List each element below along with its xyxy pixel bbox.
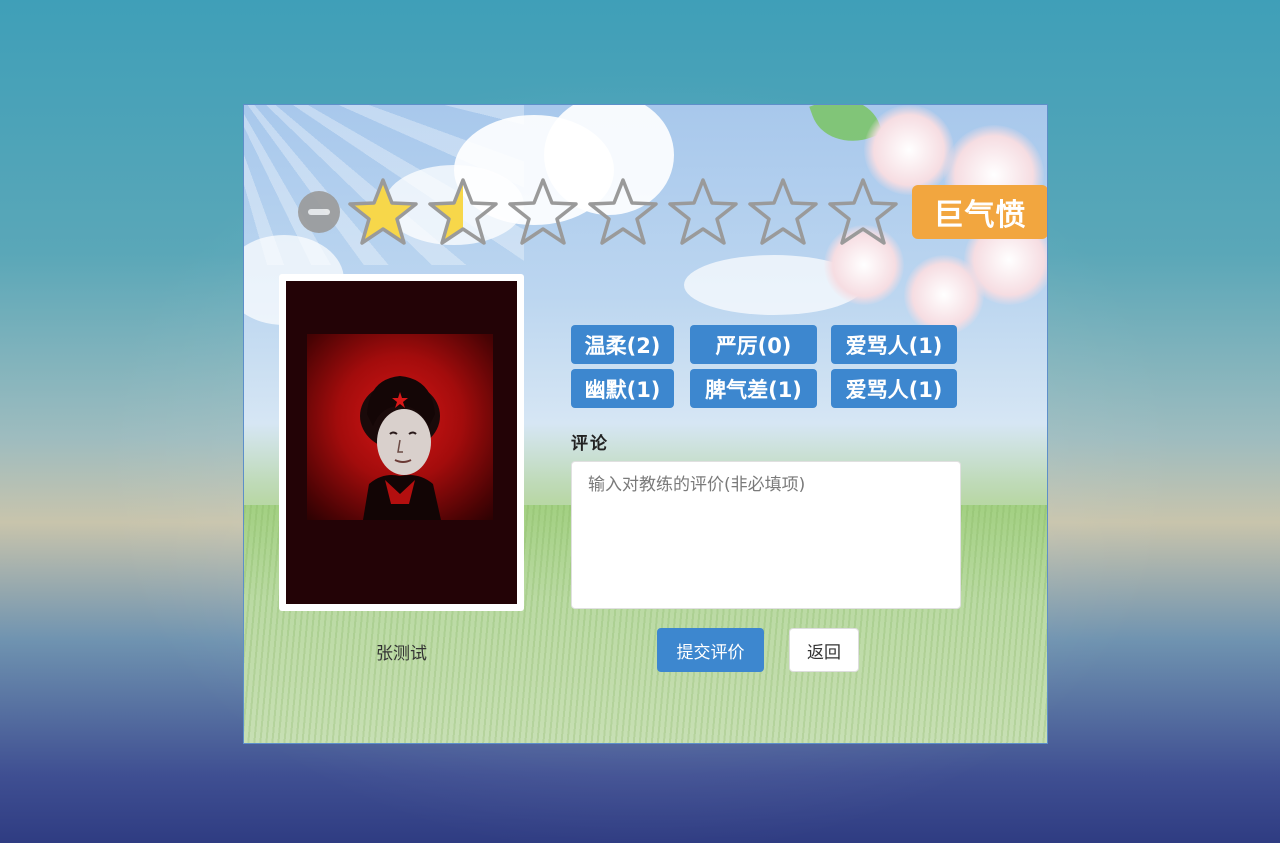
tag-button[interactable]: 爱骂人(1) — [831, 369, 957, 408]
tag-button[interactable]: 脾气差(1) — [690, 369, 817, 408]
submit-review-button[interactable]: 提交评价 — [657, 628, 764, 672]
star-icon[interactable] — [426, 177, 500, 247]
comment-label: 评论 — [571, 434, 609, 454]
star-icon[interactable] — [666, 177, 740, 247]
coach-photo-frame — [279, 274, 524, 611]
tag-button[interactable]: 严厉(0) — [690, 325, 817, 364]
coach-name: 张测试 — [376, 644, 427, 664]
star-icon[interactable] — [746, 177, 820, 247]
minus-icon — [308, 209, 330, 215]
comment-input[interactable] — [571, 461, 961, 609]
back-button[interactable]: 返回 — [789, 628, 859, 672]
stars-container — [346, 177, 906, 247]
portrait-silhouette-icon — [360, 376, 441, 520]
coach-portrait-image — [307, 334, 493, 520]
blossom-decoration — [904, 255, 984, 335]
star-icon[interactable] — [586, 177, 660, 247]
star-icon[interactable] — [346, 177, 420, 247]
coach-rating-dialog: 巨气愤 张测试 温柔(2) 严厉(0) 爱骂人(1) 幽默(1) 脾气差(1) … — [243, 104, 1048, 744]
decrease-rating-button[interactable] — [298, 191, 340, 233]
mood-badge: 巨气愤 — [912, 185, 1047, 239]
coach-photo — [286, 281, 517, 604]
tag-button[interactable]: 温柔(2) — [571, 325, 674, 364]
star-icon[interactable] — [826, 177, 900, 247]
tag-button[interactable]: 幽默(1) — [571, 369, 674, 408]
star-rating: 巨气愤 — [298, 177, 1047, 247]
tag-button[interactable]: 爱骂人(1) — [831, 325, 957, 364]
star-icon[interactable] — [506, 177, 580, 247]
